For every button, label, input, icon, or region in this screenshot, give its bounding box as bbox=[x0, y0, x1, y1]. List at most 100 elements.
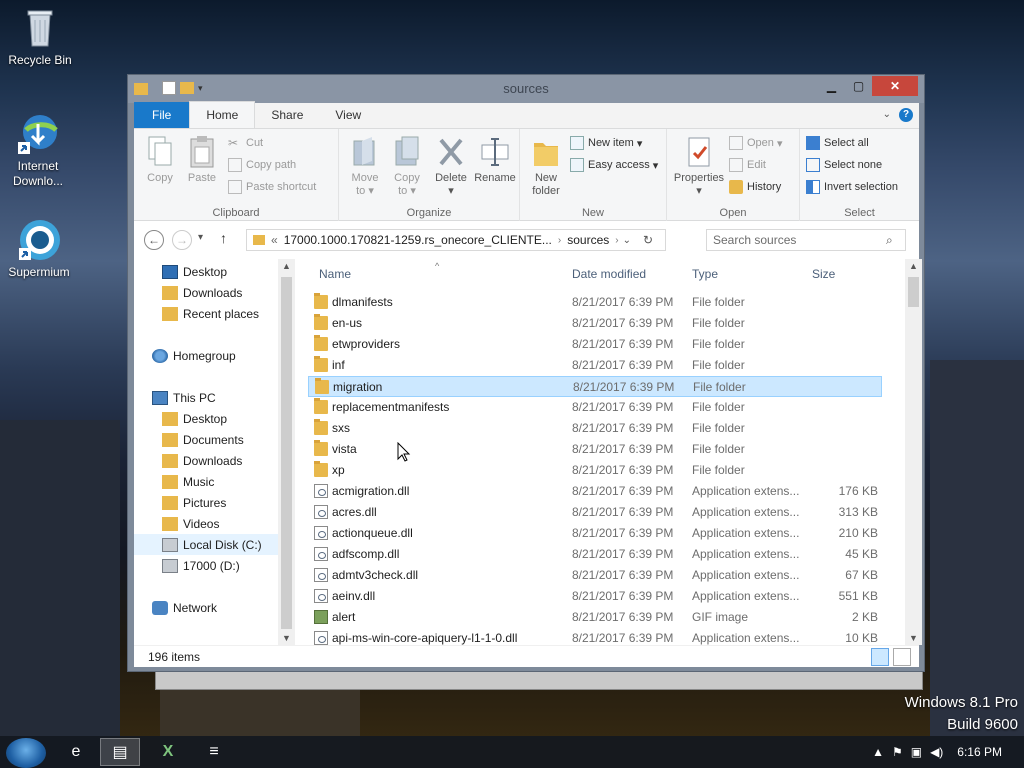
recent-locations-chevron-icon[interactable]: ▾ bbox=[198, 232, 203, 243]
copy-path-button[interactable]: Copy path bbox=[228, 155, 296, 175]
breadcrumb-item[interactable]: sources bbox=[567, 233, 609, 247]
open-button[interactable]: Open ▾ bbox=[729, 133, 783, 153]
column-header-type[interactable]: Type bbox=[692, 259, 718, 289]
excel-icon[interactable]: X bbox=[148, 738, 188, 766]
move-to-button[interactable]: Move to ▾ bbox=[343, 135, 387, 198]
file-row[interactable]: inf 8/21/2017 6:39 PM File folder bbox=[308, 355, 882, 376]
nav-item-pictures[interactable]: Pictures bbox=[162, 492, 226, 513]
nav-pane-scrollbar[interactable]: ▲ ▼ bbox=[278, 259, 295, 645]
help-icon[interactable]: ? bbox=[899, 108, 913, 122]
tab-home[interactable]: Home bbox=[189, 101, 256, 128]
scrollbar-thumb[interactable] bbox=[908, 277, 919, 307]
search-input[interactable]: Search sources bbox=[706, 229, 906, 251]
chevron-down-icon[interactable]: ⌄ bbox=[623, 235, 631, 246]
delete-button[interactable]: Delete ▾ bbox=[429, 135, 473, 198]
nav-item-recent-places[interactable]: Recent places bbox=[162, 303, 259, 324]
paste-shortcut-button[interactable]: Paste shortcut bbox=[228, 177, 316, 197]
tab-view[interactable]: View bbox=[319, 102, 377, 128]
copy-button[interactable]: Copy bbox=[138, 135, 182, 185]
scroll-up-icon[interactable]: ▲ bbox=[282, 261, 291, 271]
file-row[interactable]: aeinv.dll 8/21/2017 6:39 PM Application ex… bbox=[308, 586, 882, 607]
history-button[interactable]: History bbox=[729, 177, 781, 197]
new-item-button[interactable]: New item ▾ bbox=[570, 133, 642, 153]
file-row[interactable]: en-us 8/21/2017 6:39 PM File folder bbox=[308, 313, 882, 334]
tab-share[interactable]: Share bbox=[255, 102, 319, 128]
file-row[interactable]: vista 8/21/2017 6:39 PM File folder bbox=[308, 439, 882, 460]
cut-button[interactable]: ✂ Cut bbox=[228, 133, 263, 153]
nav-item-music[interactable]: Music bbox=[162, 471, 214, 492]
file-row[interactable]: sxs 8/21/2017 6:39 PM File folder bbox=[308, 418, 882, 439]
breadcrumb-overflow[interactable]: « bbox=[271, 233, 278, 247]
scroll-down-icon[interactable]: ▼ bbox=[282, 633, 291, 643]
file-row[interactable]: acmigration.dll 8/21/2017 6:39 PM Applicat… bbox=[308, 481, 882, 502]
nav-item-pc-downloads[interactable]: Downloads bbox=[162, 450, 242, 471]
file-row[interactable]: etwproviders 8/21/2017 6:39 PM File folder bbox=[308, 334, 882, 355]
minimize-button[interactable]: ▁ bbox=[818, 76, 845, 96]
show-hidden-icons-icon[interactable]: ▲ bbox=[872, 745, 884, 759]
nav-item-dvd-drive-d[interactable]: 17000 (D:) bbox=[162, 555, 240, 576]
tab-file[interactable]: File bbox=[134, 102, 190, 128]
scroll-down-icon[interactable]: ▼ bbox=[909, 633, 918, 643]
desktop-icon-internet-download-manager[interactable]: Internet Downlo... bbox=[0, 112, 76, 189]
chevron-down-icon[interactable]: ⌄ bbox=[883, 109, 891, 120]
invert-selection-button[interactable]: Invert selection bbox=[806, 177, 898, 197]
file-row[interactable]: actionqueue.dll 8/21/2017 6:39 PM Applicat… bbox=[308, 523, 882, 544]
nav-item-this-pc[interactable]: This PC bbox=[152, 387, 216, 408]
network-icon[interactable]: ▣ bbox=[911, 745, 922, 759]
scrollbar-thumb[interactable] bbox=[281, 277, 292, 629]
large-icons-view-button[interactable] bbox=[893, 648, 911, 666]
column-header-date-modified[interactable]: Date modified bbox=[572, 259, 646, 289]
nav-item-desktop[interactable]: Desktop bbox=[162, 261, 227, 282]
chevron-right-icon[interactable]: › bbox=[615, 235, 618, 246]
column-header-size[interactable]: Size bbox=[812, 259, 835, 289]
edit-button[interactable]: Edit bbox=[729, 155, 766, 175]
file-row[interactable]: migration 8/21/2017 6:39 PM File folder bbox=[308, 376, 882, 397]
file-row[interactable]: adfscomp.dll 8/21/2017 6:39 PM Application… bbox=[308, 544, 882, 565]
clock[interactable]: 6:16 PM bbox=[957, 745, 1002, 759]
file-list-scrollbar[interactable]: ▲ ▼ bbox=[905, 259, 922, 645]
forward-button[interactable]: → bbox=[172, 230, 192, 250]
up-arrow-icon[interactable]: ↑ bbox=[220, 230, 227, 246]
nav-item-videos[interactable]: Videos bbox=[162, 513, 219, 534]
back-button[interactable]: ← bbox=[144, 230, 164, 250]
file-row[interactable]: dlmanifests 8/21/2017 6:39 PM File folder bbox=[308, 292, 882, 313]
chevron-right-icon[interactable]: › bbox=[558, 235, 561, 246]
refresh-icon[interactable]: ↻ bbox=[643, 233, 653, 247]
nav-item-homegroup[interactable]: Homegroup bbox=[152, 345, 236, 366]
file-explorer-icon[interactable]: ▤ bbox=[100, 738, 140, 766]
maximize-button[interactable]: ▢ bbox=[845, 76, 872, 96]
file-row[interactable]: acres.dll 8/21/2017 6:39 PM Application ex… bbox=[308, 502, 882, 523]
breadcrumb-item[interactable]: 17000.1000.170821-1259.rs_onecore_CLIENT… bbox=[284, 233, 552, 247]
desktop-icon-supermium[interactable]: Supermium bbox=[1, 218, 77, 280]
nav-item-pc-desktop[interactable]: Desktop bbox=[162, 408, 227, 429]
desktop-icon-recycle-bin[interactable]: Recycle Bin bbox=[2, 6, 78, 68]
copy-to-button[interactable]: Copy to ▾ bbox=[385, 135, 429, 198]
paste-button[interactable]: Paste bbox=[180, 135, 224, 185]
file-explorer-window[interactable]: ▾ sources ▁ ▢ ✕ File Home Share View ⌄ ?… bbox=[127, 74, 925, 672]
nav-item-documents[interactable]: Documents bbox=[162, 429, 244, 450]
nav-item-downloads[interactable]: Downloads bbox=[162, 282, 242, 303]
rename-button[interactable]: Rename bbox=[473, 135, 517, 185]
title-bar[interactable]: ▾ sources ▁ ▢ ✕ bbox=[128, 75, 924, 103]
scroll-up-icon[interactable]: ▲ bbox=[909, 261, 918, 271]
column-header-name[interactable]: Name bbox=[319, 259, 351, 289]
close-button[interactable]: ✕ bbox=[872, 76, 918, 96]
file-row[interactable]: xp 8/21/2017 6:39 PM File folder bbox=[308, 460, 882, 481]
nav-item-network[interactable]: Network bbox=[152, 597, 217, 618]
notepad-icon[interactable]: ≡ bbox=[194, 738, 234, 766]
properties-button[interactable]: Properties ▾ bbox=[671, 135, 727, 198]
new-folder-button[interactable]: New folder bbox=[524, 135, 568, 198]
volume-icon[interactable]: ◀) bbox=[930, 745, 943, 759]
internet-explorer-icon[interactable]: e bbox=[56, 738, 96, 766]
nav-item-local-disk-c[interactable]: Local Disk (C:) bbox=[134, 534, 278, 555]
easy-access-button[interactable]: Easy access ▾ bbox=[570, 155, 658, 175]
breadcrumb[interactable]: « 17000.1000.170821-1259.rs_onecore_CLIE… bbox=[246, 229, 666, 251]
action-center-flag-icon[interactable]: ⚑ bbox=[892, 745, 903, 759]
file-row[interactable]: admtv3check.dll 8/21/2017 6:39 PM Applicat… bbox=[308, 565, 882, 586]
select-all-button[interactable]: Select all bbox=[806, 133, 869, 153]
select-none-button[interactable]: Select none bbox=[806, 155, 882, 175]
details-view-button[interactable] bbox=[871, 648, 889, 666]
start-button[interactable] bbox=[6, 738, 46, 768]
file-row[interactable]: replacementmanifests 8/21/2017 6:39 PM Fil… bbox=[308, 397, 882, 418]
file-row[interactable]: alert 8/21/2017 6:39 PM GIF image 2 KB bbox=[308, 607, 882, 628]
